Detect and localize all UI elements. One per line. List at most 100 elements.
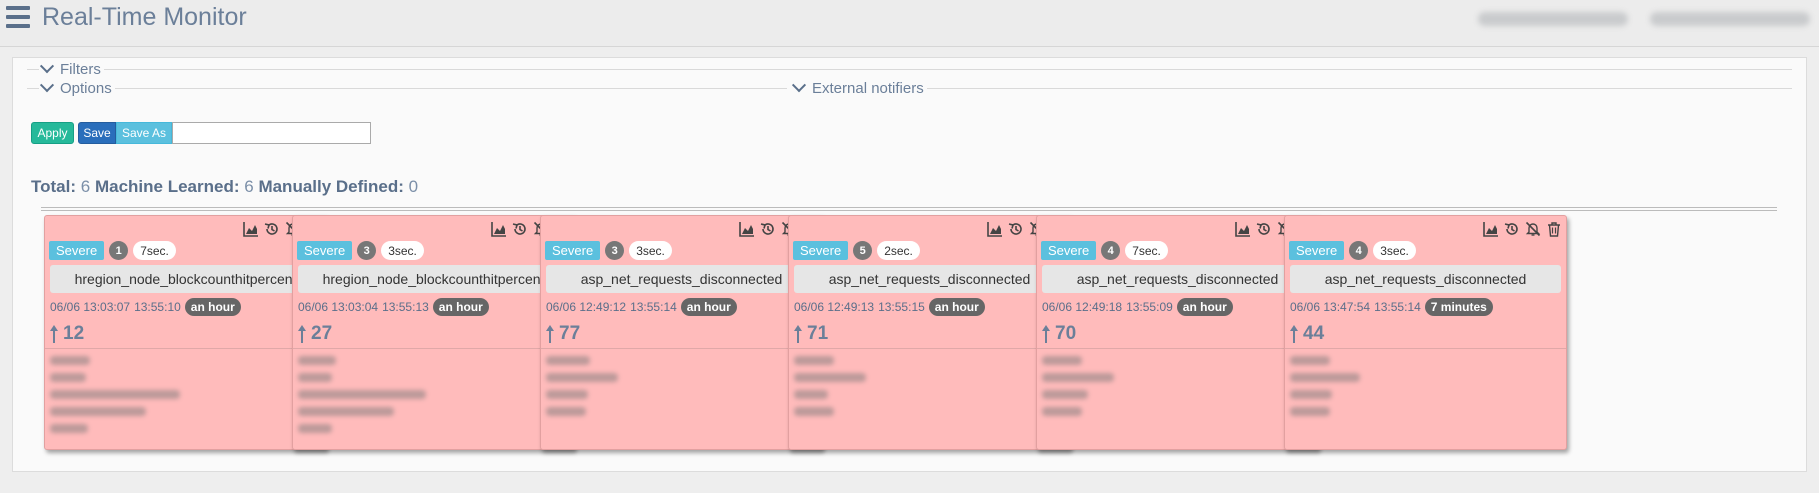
severity-badge: Severe bbox=[793, 241, 849, 260]
redacted-tag bbox=[794, 407, 834, 416]
duration-badge: an hour bbox=[1176, 298, 1233, 316]
save-button[interactable]: Save bbox=[78, 122, 116, 144]
arrow-up-icon bbox=[1290, 325, 1298, 343]
redacted-tag bbox=[298, 356, 336, 365]
arrow-up-icon bbox=[546, 325, 554, 343]
alert-card[interactable]: Severe 4 3sec. asp_net_requests_disconne… bbox=[1284, 215, 1567, 450]
card-badges: Severe 3 3sec. bbox=[297, 241, 424, 260]
save-as-button[interactable]: Save As bbox=[116, 122, 172, 144]
history-icon[interactable] bbox=[759, 220, 776, 237]
value-text: 12 bbox=[63, 323, 85, 344]
end-time: 13:55:13 bbox=[382, 300, 429, 314]
card-times: 06/06 13:03:07 13:55:10 an hour bbox=[50, 298, 241, 316]
md-value: 0 bbox=[408, 177, 419, 196]
value-text: 71 bbox=[807, 323, 829, 344]
severity-badge: Severe bbox=[49, 241, 105, 260]
severity-badge: Severe bbox=[1041, 241, 1097, 260]
start-time: 06/06 12:49:13 bbox=[794, 300, 875, 314]
metric-name[interactable]: asp_net_requests_disconnected bbox=[1042, 265, 1313, 293]
end-time: 13:55:09 bbox=[1126, 300, 1173, 314]
chart-area-icon[interactable] bbox=[1234, 220, 1251, 237]
menu-icon[interactable] bbox=[6, 6, 30, 28]
chart-area-icon[interactable] bbox=[738, 220, 755, 237]
card-actions bbox=[1482, 220, 1562, 237]
metric-name[interactable]: asp_net_requests_disconnected bbox=[794, 265, 1065, 293]
total-label: Total: bbox=[31, 177, 77, 196]
trash-icon[interactable] bbox=[1545, 220, 1562, 237]
divider bbox=[1285, 348, 1566, 349]
redacted-tag bbox=[50, 356, 90, 365]
age-badge: 3sec. bbox=[629, 241, 672, 260]
metric-name[interactable]: asp_net_requests_disconnected bbox=[1290, 265, 1561, 293]
chevron-down-icon bbox=[39, 59, 55, 74]
start-time: 06/06 12:49:12 bbox=[546, 300, 627, 314]
redacted-tags bbox=[546, 356, 618, 424]
redacted-tag bbox=[1290, 356, 1330, 365]
count-badge: 3 bbox=[605, 241, 625, 260]
history-icon[interactable] bbox=[263, 220, 280, 237]
end-time: 13:55:14 bbox=[1374, 300, 1421, 314]
metric-name[interactable]: asp_net_requests_disconnected bbox=[546, 265, 817, 293]
metric-name[interactable]: hregion_node_blockcounthitpercent bbox=[298, 265, 569, 293]
history-icon[interactable] bbox=[511, 220, 528, 237]
end-time: 13:55:14 bbox=[630, 300, 677, 314]
arrow-up-icon bbox=[50, 325, 58, 343]
redacted-tag bbox=[50, 424, 88, 433]
redacted-tag bbox=[298, 373, 332, 382]
chart-area-icon[interactable] bbox=[242, 220, 259, 237]
card-times: 06/06 12:49:12 13:55:14 an hour bbox=[546, 298, 737, 316]
options-section: Options bbox=[27, 78, 787, 97]
redacted-tag bbox=[1042, 373, 1114, 382]
card-times: 06/06 12:49:18 13:55:09 an hour bbox=[1042, 298, 1233, 316]
chart-area-icon[interactable] bbox=[1482, 220, 1499, 237]
end-time: 13:55:15 bbox=[878, 300, 925, 314]
arrow-up-icon bbox=[1042, 325, 1050, 343]
duration-badge: an hour bbox=[680, 298, 737, 316]
alert-card[interactable]: Severe 5 2sec. asp_net_requests_disconne… bbox=[788, 215, 1071, 450]
age-badge: 3sec. bbox=[381, 241, 424, 260]
card-times: 06/06 12:49:13 13:55:15 an hour bbox=[794, 298, 985, 316]
divider bbox=[789, 348, 1070, 349]
apply-button[interactable]: Apply bbox=[31, 122, 74, 144]
filters-section: Filters bbox=[27, 59, 1792, 78]
bell-slash-icon[interactable] bbox=[1524, 220, 1541, 237]
external-notifiers-toggle[interactable]: External notifiers bbox=[791, 78, 927, 97]
filters-label: Filters bbox=[60, 60, 101, 78]
start-time: 06/06 13:03:07 bbox=[50, 300, 131, 314]
redacted-tags bbox=[298, 356, 426, 441]
alert-card[interactable]: Severe 1 7sec. hregion_node_blockcounthi… bbox=[44, 215, 327, 450]
history-icon[interactable] bbox=[1255, 220, 1272, 237]
alert-card[interactable]: Severe 3 3sec. asp_net_requests_disconne… bbox=[540, 215, 823, 450]
redacted-tag bbox=[298, 407, 394, 416]
metric-name[interactable]: hregion_node_blockcounthitpercent bbox=[50, 265, 321, 293]
redacted-tag bbox=[546, 356, 590, 365]
redacted-tag bbox=[1042, 356, 1082, 365]
options-toggle[interactable]: Options bbox=[39, 78, 115, 97]
metric-value: 71 bbox=[794, 323, 828, 345]
view-name-input[interactable] bbox=[172, 122, 371, 144]
filters-toggle[interactable]: Filters bbox=[39, 59, 104, 78]
alert-card[interactable]: Severe 4 7sec. asp_net_requests_disconne… bbox=[1036, 215, 1319, 450]
history-icon[interactable] bbox=[1007, 220, 1024, 237]
count-badge: 4 bbox=[1101, 241, 1121, 260]
severity-badge: Severe bbox=[297, 241, 353, 260]
value-text: 77 bbox=[559, 323, 581, 344]
redacted-tag bbox=[298, 390, 426, 399]
chart-area-icon[interactable] bbox=[986, 220, 1003, 237]
redacted-tag bbox=[794, 373, 866, 382]
metric-value: 70 bbox=[1042, 323, 1076, 345]
external-notifiers-label: External notifiers bbox=[812, 79, 924, 97]
redacted-tags bbox=[1290, 356, 1360, 424]
options-label: Options bbox=[60, 79, 112, 97]
card-times: 06/06 13:47:54 13:55:14 7 minutes bbox=[1290, 298, 1493, 316]
start-time: 06/06 13:47:54 bbox=[1290, 300, 1371, 314]
alert-card[interactable]: Severe 3 3sec. hregion_node_blockcounthi… bbox=[292, 215, 575, 450]
redacted-tags bbox=[1042, 356, 1114, 424]
redacted-tag bbox=[1042, 407, 1082, 416]
history-icon[interactable] bbox=[1503, 220, 1520, 237]
end-time: 13:55:10 bbox=[134, 300, 181, 314]
count-badge: 1 bbox=[109, 241, 129, 260]
chart-area-icon[interactable] bbox=[490, 220, 507, 237]
arrow-up-icon bbox=[298, 325, 306, 343]
start-time: 06/06 12:49:18 bbox=[1042, 300, 1123, 314]
